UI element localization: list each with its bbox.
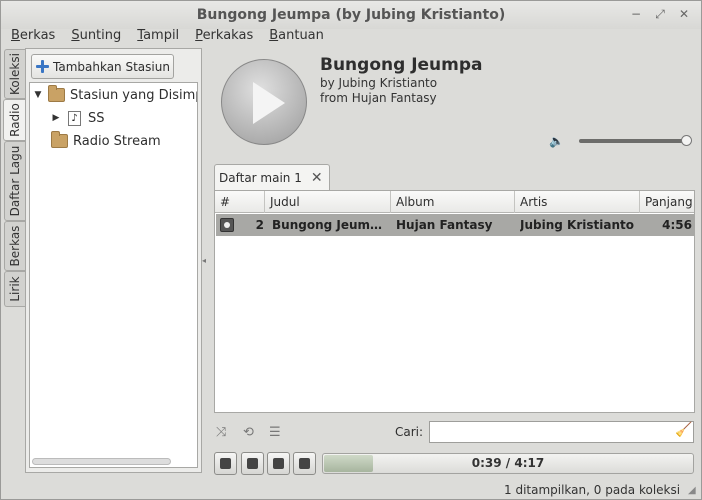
folder-icon bbox=[48, 85, 65, 102]
status-text: 1 ditampilkan, 0 pada koleksi bbox=[504, 483, 681, 497]
track-number: 2 bbox=[255, 218, 264, 232]
folder-icon bbox=[51, 131, 68, 148]
next-button[interactable] bbox=[267, 452, 290, 475]
resize-grip-icon[interactable]: ◢ bbox=[688, 485, 696, 496]
music-note-icon: ♪ bbox=[68, 110, 81, 126]
volume-icon[interactable]: 🔈 bbox=[549, 134, 564, 148]
play-button[interactable] bbox=[241, 452, 264, 475]
playlist-table[interactable]: # Judul Album Artis Panjang 2 Bungong Je… bbox=[214, 190, 695, 413]
tab-radio[interactable]: Radio bbox=[3, 99, 26, 141]
column-header-title[interactable]: Judul bbox=[265, 191, 391, 213]
close-window-icon[interactable]: ✕ bbox=[677, 7, 691, 21]
search-input[interactable] bbox=[429, 421, 694, 443]
radio-panel: Tambahkan Stasiun ▼ Stasiun yang Disimpa… bbox=[25, 48, 202, 473]
track-length: 4:56 bbox=[662, 218, 692, 232]
app-window: Bungong Jeumpa (by Jubing Kristianto) − … bbox=[0, 0, 702, 500]
clear-search-icon[interactable]: 🧹 bbox=[675, 422, 692, 438]
album-art-play-icon[interactable] bbox=[221, 59, 307, 145]
column-header-length[interactable]: Panjang bbox=[640, 191, 694, 213]
now-playing-title: Bungong Jeumpa bbox=[320, 55, 483, 75]
search-label: Cari: bbox=[395, 425, 424, 439]
tab-koleksi[interactable]: Koleksi bbox=[4, 49, 25, 99]
shuffle-icon[interactable]: ⤨ bbox=[216, 425, 226, 440]
playback-progress-bar[interactable]: 0:39 / 4:17 bbox=[322, 453, 694, 474]
maximize-icon[interactable]: ⤢ bbox=[653, 7, 667, 21]
column-header-artist[interactable]: Artis bbox=[515, 191, 640, 213]
plus-icon bbox=[36, 60, 49, 73]
tree-item-label: Stasiun yang Disimpan bbox=[70, 87, 197, 103]
tab-playlist-label: Daftar main 1 bbox=[219, 171, 302, 185]
track-album: Hujan Fantasy bbox=[396, 218, 493, 232]
column-header-album[interactable]: Album bbox=[391, 191, 515, 213]
now-playing-artist: by Jubing Kristianto bbox=[320, 76, 438, 90]
minimize-icon[interactable]: − bbox=[629, 7, 643, 21]
menu-bantuan[interactable]: Bantuan bbox=[261, 26, 332, 48]
tree-item-saved-stations[interactable]: ▼ Stasiun yang Disimpan bbox=[32, 84, 197, 106]
add-station-label: Tambahkan Stasiun bbox=[53, 59, 170, 74]
pane-splitter-icon[interactable]: ◂ bbox=[202, 256, 206, 265]
column-header-number[interactable]: # bbox=[215, 191, 265, 213]
tab-playlist[interactable]: Daftar main 1 ✕ bbox=[214, 164, 330, 191]
volume-slider[interactable] bbox=[579, 139, 687, 143]
menu-sunting[interactable]: Sunting bbox=[63, 26, 129, 48]
station-tree[interactable]: ▼ Stasiun yang Disimpan ▶ ♪ SS Radio Str… bbox=[29, 82, 198, 468]
repeat-icon[interactable]: ⟲ bbox=[243, 425, 254, 440]
track-artist: Jubing Kristianto bbox=[520, 218, 634, 232]
stop-button[interactable] bbox=[293, 452, 316, 475]
menu-perkakas[interactable]: Perkakas bbox=[187, 26, 261, 48]
tab-lirik[interactable]: Lirik bbox=[4, 271, 25, 307]
progress-time: 0:39 / 4:17 bbox=[471, 456, 545, 470]
track-title: Bungong Jeum… bbox=[272, 218, 383, 232]
collapsed-arrow-icon[interactable]: ▶ bbox=[50, 113, 62, 123]
now-playing-icon bbox=[220, 218, 234, 232]
tree-item-radio-stream[interactable]: Radio Stream bbox=[51, 130, 161, 152]
tab-daftar-lagu[interactable]: Daftar Lagu bbox=[4, 141, 25, 221]
horizontal-scrollbar[interactable] bbox=[32, 458, 171, 465]
volume-slider-handle[interactable] bbox=[681, 135, 692, 146]
menu-bar: Berkas Sunting Tampil Perkakas Bantuan bbox=[1, 26, 701, 48]
now-playing-album: from Hujan Fantasy bbox=[320, 91, 437, 105]
tree-item-label: Radio Stream bbox=[73, 133, 161, 149]
add-station-button[interactable]: Tambahkan Stasiun bbox=[31, 54, 174, 79]
tree-item-ss[interactable]: ▶ ♪ SS bbox=[50, 107, 105, 129]
table-header: # Judul Album Artis Panjang bbox=[215, 191, 694, 213]
previous-button[interactable] bbox=[214, 452, 237, 475]
menu-berkas[interactable]: Berkas bbox=[3, 26, 63, 48]
title-bar[interactable]: Bungong Jeumpa (by Jubing Kristianto) − … bbox=[1, 1, 701, 29]
tree-item-label: SS bbox=[88, 110, 105, 126]
tab-berkas[interactable]: Berkas bbox=[4, 221, 25, 271]
expanded-arrow-icon[interactable]: ▼ bbox=[32, 90, 44, 100]
window-title: Bungong Jeumpa (by Jubing Kristianto) bbox=[196, 7, 506, 23]
menu-tampil[interactable]: Tampil bbox=[129, 26, 187, 48]
queue-list-icon[interactable]: ☰ bbox=[269, 425, 281, 440]
close-icon[interactable]: ✕ bbox=[311, 170, 323, 186]
table-row[interactable]: 2 Bungong Jeum… Hujan Fantasy Jubing Kri… bbox=[216, 214, 694, 236]
